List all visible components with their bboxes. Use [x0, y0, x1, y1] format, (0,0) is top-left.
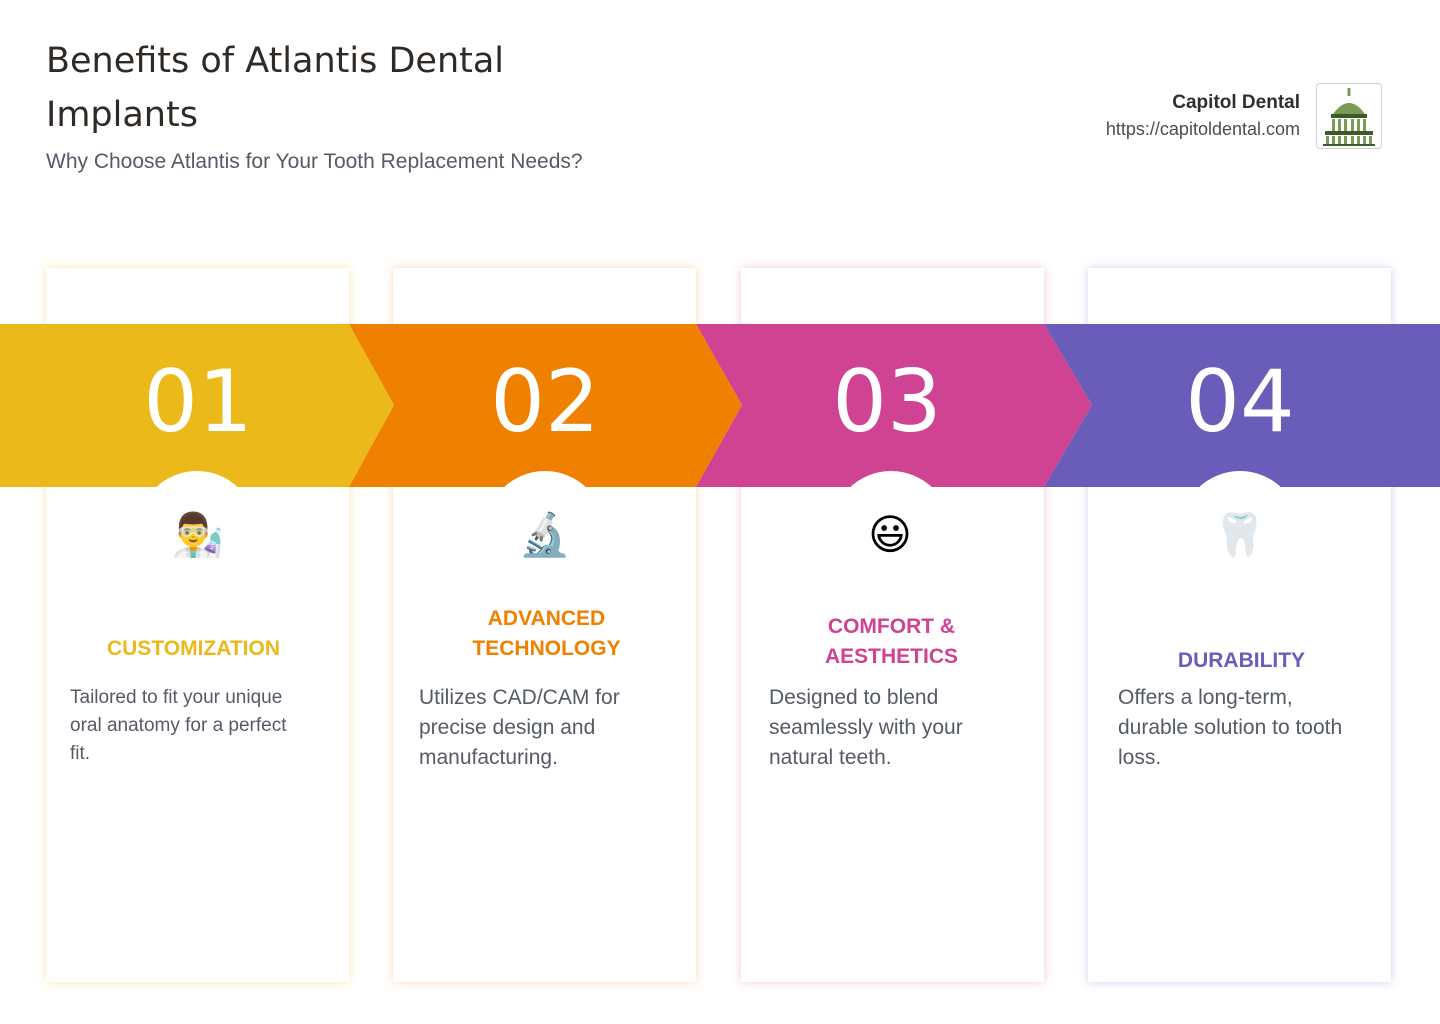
tooth-icon: 🦷: [1213, 510, 1267, 559]
benefit-description-1: Tailored to fit your unique oral anatomy…: [70, 687, 287, 764]
page-subtitle: Why Choose Atlantis for Your Tooth Repla…: [46, 150, 583, 173]
benefit-description-4: Offers a long-term, durable solution to …: [1118, 686, 1343, 769]
step-number-1: 01: [143, 352, 253, 452]
smiling-face-icon: 😃: [868, 510, 912, 559]
step-number-2: 02: [490, 352, 600, 452]
step-number-3: 03: [832, 352, 942, 452]
benefit-title-1: CUSTOMIZATION: [106, 637, 281, 660]
benefit-title-3: COMFORT & AESTHETICS: [824, 615, 958, 668]
microscope-icon: 🔬: [518, 510, 572, 559]
scientist-icon: 👨‍🔬: [171, 510, 225, 559]
benefit-description-3: Designed to blend seamlessly with your n…: [769, 686, 963, 769]
page-title: Benefits of Atlantis Dental Implants: [46, 41, 505, 135]
benefit-description-2: Utilizes CAD/CAM for precise design and …: [419, 686, 620, 769]
benefit-title-2: ADVANCED TECHNOLOGY: [472, 607, 621, 660]
brand-block: Capitol Dental https://capitoldental.com: [1106, 90, 1300, 142]
step-number-4: 04: [1185, 352, 1295, 452]
benefit-title-4: DURABILITY: [1177, 649, 1306, 672]
capitol-dome-icon: [1316, 83, 1382, 149]
brand-url[interactable]: https://capitoldental.com: [1106, 116, 1300, 142]
brand-name: Capitol Dental: [1172, 92, 1300, 113]
